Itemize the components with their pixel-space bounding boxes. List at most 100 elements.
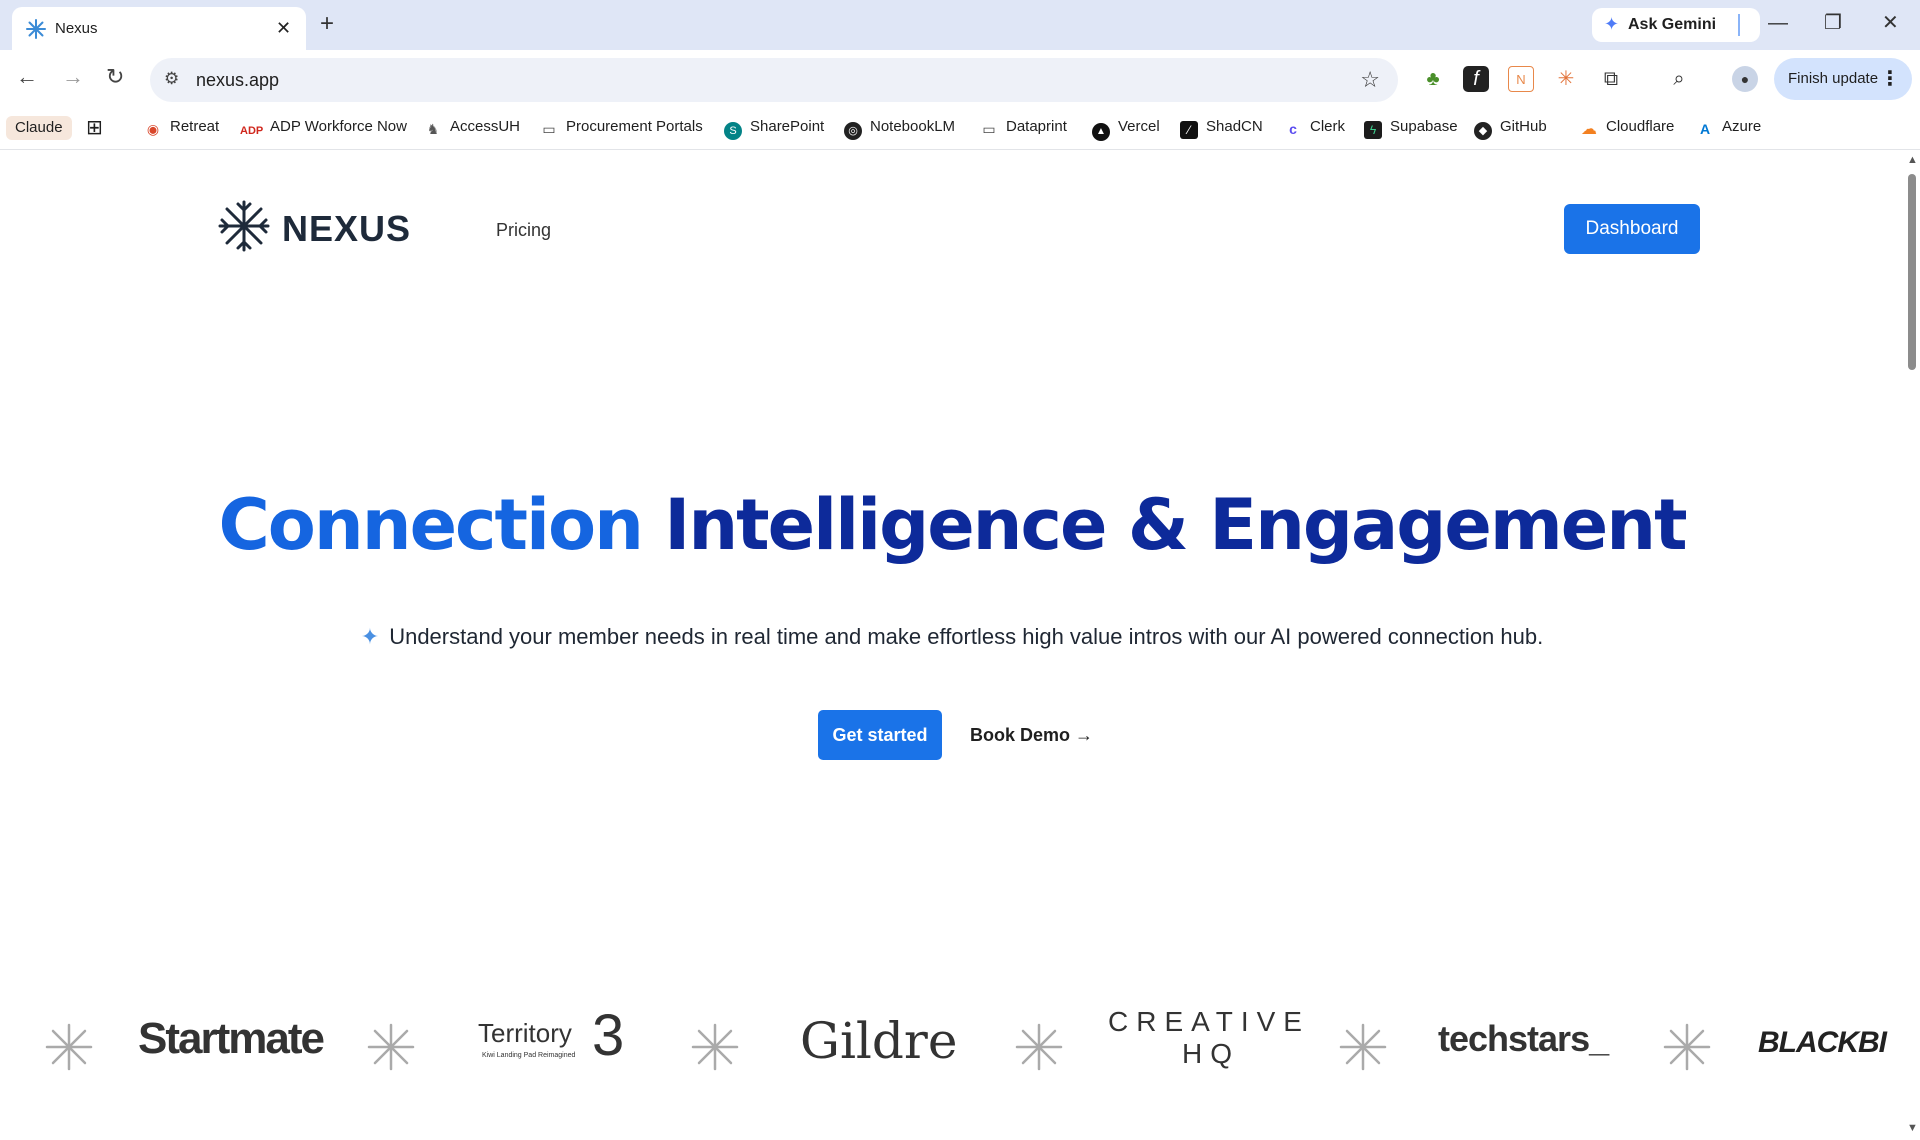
dashboard-button[interactable]: Dashboard	[1564, 204, 1700, 254]
bookmark-label: Azure	[1722, 118, 1762, 135]
snowflake-separator-icon	[45, 1023, 93, 1071]
creative-hq-logo-line2: HQ	[1182, 1038, 1240, 1069]
folder-icon: ▭	[542, 121, 556, 137]
snowflake-separator-icon	[367, 1023, 415, 1071]
bookmark-label: Vercel	[1118, 118, 1160, 135]
bookmark-accessuh[interactable]: ♞ AccessUH	[424, 114, 520, 140]
page-scrollbar[interactable]: ▲ ▼	[1904, 150, 1920, 1140]
ask-gemini-button[interactable]: ✦ Ask Gemini	[1592, 8, 1760, 42]
nexus-logo-icon	[218, 200, 270, 252]
bookmark-cloudflare[interactable]: ☁ Cloudflare	[1580, 114, 1674, 140]
territory-number: 3	[592, 1003, 625, 1068]
creative-hq-logo-line1: CREATIVE	[1108, 1006, 1310, 1037]
scroll-down-icon[interactable]: ▼	[1907, 1122, 1918, 1134]
snowflake-separator-icon	[1339, 1023, 1387, 1071]
github-icon: ◆	[1474, 122, 1492, 140]
bookmark-github[interactable]: ◆ GitHub	[1474, 114, 1547, 140]
startmate-logo: Startmate	[138, 1014, 325, 1063]
ask-gemini-label: Ask Gemini	[1628, 16, 1717, 33]
bookmark-supabase[interactable]: ϟ Supabase	[1364, 114, 1458, 140]
restore-icon[interactable]: ❐	[1824, 10, 1842, 36]
finish-update-label: Finish update	[1788, 70, 1879, 87]
blackbird-logo-clip: BLACKBI	[1756, 1008, 1904, 1088]
minimize-icon[interactable]: —	[1768, 10, 1788, 36]
url-text[interactable]: nexus.app	[196, 70, 279, 91]
gildre-logo: Gildre	[800, 1012, 958, 1070]
nav-pricing-link[interactable]: Pricing	[496, 220, 551, 241]
bookmark-label: ShadCN	[1206, 118, 1263, 135]
territory-tagline: Kiwi Landing Pad Reimagined	[482, 1052, 576, 1059]
tab-search-icon[interactable]: ⌕	[1666, 66, 1692, 92]
reload-icon[interactable]: ↻	[106, 64, 124, 90]
bookmark-label: Retreat	[170, 118, 220, 135]
scrollbar-thumb[interactable]	[1908, 174, 1916, 370]
logo-text: NEXUS	[282, 208, 412, 249]
bookmark-label: AccessUH	[450, 118, 521, 135]
snowflake-separator-icon	[691, 1023, 739, 1071]
forward-icon[interactable]: →	[62, 64, 84, 90]
blackbird-logo: BLACKBI	[1758, 1026, 1887, 1059]
tab-close-icon[interactable]: ✕	[276, 17, 291, 39]
scroll-up-icon[interactable]: ▲	[1907, 154, 1918, 166]
bookmark-clerk[interactable]: c Clerk	[1284, 114, 1345, 140]
extension-f-icon[interactable]: f	[1463, 66, 1489, 92]
bookmark-adp[interactable]: ADP ADP Workforce Now	[240, 114, 407, 140]
bookmark-shadcn[interactable]: ⁄ ShadCN	[1180, 114, 1263, 140]
bookmark-label: Cloudflare	[1606, 118, 1675, 135]
partner-logo-strip: Startmate Territory 3 Kiwi Landing Pad R…	[0, 1003, 1904, 1088]
bookmark-azure[interactable]: A Azure	[1696, 114, 1761, 140]
sharepoint-icon: S	[724, 122, 742, 140]
tab-title: Nexus	[55, 20, 98, 37]
divider	[1738, 14, 1740, 36]
supabase-icon: ϟ	[1364, 121, 1382, 139]
bookmark-label: ADP Workforce Now	[270, 118, 407, 135]
page-content: NEXUS Pricing Dashboard Connection Intel…	[0, 150, 1904, 1140]
snowflake-separator-icon	[1015, 1023, 1063, 1071]
notebooklm-icon: ◎	[844, 122, 862, 140]
bookmark-retreat[interactable]: ◉ Retreat	[144, 114, 219, 140]
extension-green-icon[interactable]: ♣	[1420, 66, 1446, 92]
bookmark-label: Procurement Portals	[566, 118, 703, 135]
bookmark-label: Clerk	[1310, 118, 1346, 135]
new-tab-icon[interactable]: +	[320, 11, 334, 37]
hero-title: Connection Intelligence & Engagement	[0, 480, 1904, 570]
folder-icon: ▭	[982, 121, 996, 137]
get-started-button[interactable]: Get started	[818, 710, 942, 760]
extension-orange-icon[interactable]: N	[1508, 66, 1534, 92]
snowflake-separator-icon	[1663, 1023, 1711, 1071]
bookmark-dataprint[interactable]: ▭ Dataprint	[980, 114, 1067, 140]
bookmark-notebooklm[interactable]: ◎ NotebookLM	[844, 114, 955, 140]
extensions-puzzle-icon[interactable]: ⧉	[1598, 66, 1624, 92]
book-demo-link[interactable]: Book Demo →	[970, 725, 1093, 746]
close-window-icon[interactable]: ✕	[1882, 10, 1899, 36]
apps-grid-icon[interactable]: ⊞	[86, 115, 103, 141]
adp-icon: ADP	[240, 125, 264, 137]
bookmark-star-icon[interactable]: ☆	[1360, 67, 1380, 93]
techstars-logo: techstars_	[1438, 1018, 1609, 1059]
territory-logo: Territory	[478, 1018, 572, 1048]
gemini-sparkle-icon: ✦	[1604, 14, 1620, 34]
tab-nexus[interactable]: Nexus ✕	[12, 7, 306, 50]
bookmark-label: Dataprint	[1006, 118, 1067, 135]
back-icon[interactable]: ←	[16, 64, 38, 90]
hero-subtitle: ✦ Understand your member needs in real ti…	[0, 624, 1904, 650]
bookmark-sharepoint[interactable]: S SharePoint	[724, 114, 824, 140]
bookmark-label: NotebookLM	[870, 118, 956, 135]
bookmark-procurement-portals[interactable]: ▭ Procurement Portals	[540, 114, 703, 140]
profile-avatar[interactable]: ●	[1732, 66, 1758, 92]
hero-title-part1: Connection	[218, 484, 643, 566]
claude-extension-icon[interactable]: ✳	[1553, 66, 1579, 92]
vercel-icon: ▲	[1092, 123, 1110, 141]
finish-update-button[interactable]: Finish update ⋮	[1774, 58, 1912, 100]
menu-dots-icon: ⋮	[1880, 68, 1900, 90]
address-bar[interactable]: ⚙ nexus.app ☆	[150, 58, 1398, 102]
hero-subtitle-text: Understand your member needs in real tim…	[389, 624, 1544, 649]
hero-title-part2: Intelligence & Engagement	[664, 484, 1687, 566]
sparkle-icon: ✦	[360, 624, 380, 649]
bookmark-label: SharePoint	[750, 118, 825, 135]
site-info-icon[interactable]: ⚙	[164, 69, 179, 89]
bookmark-claude[interactable]: Claude	[6, 116, 72, 140]
bookmark-vercel[interactable]: ▲ Vercel	[1092, 114, 1160, 141]
accessuh-icon: ♞	[426, 121, 440, 137]
retreat-icon: ◉	[146, 121, 160, 137]
